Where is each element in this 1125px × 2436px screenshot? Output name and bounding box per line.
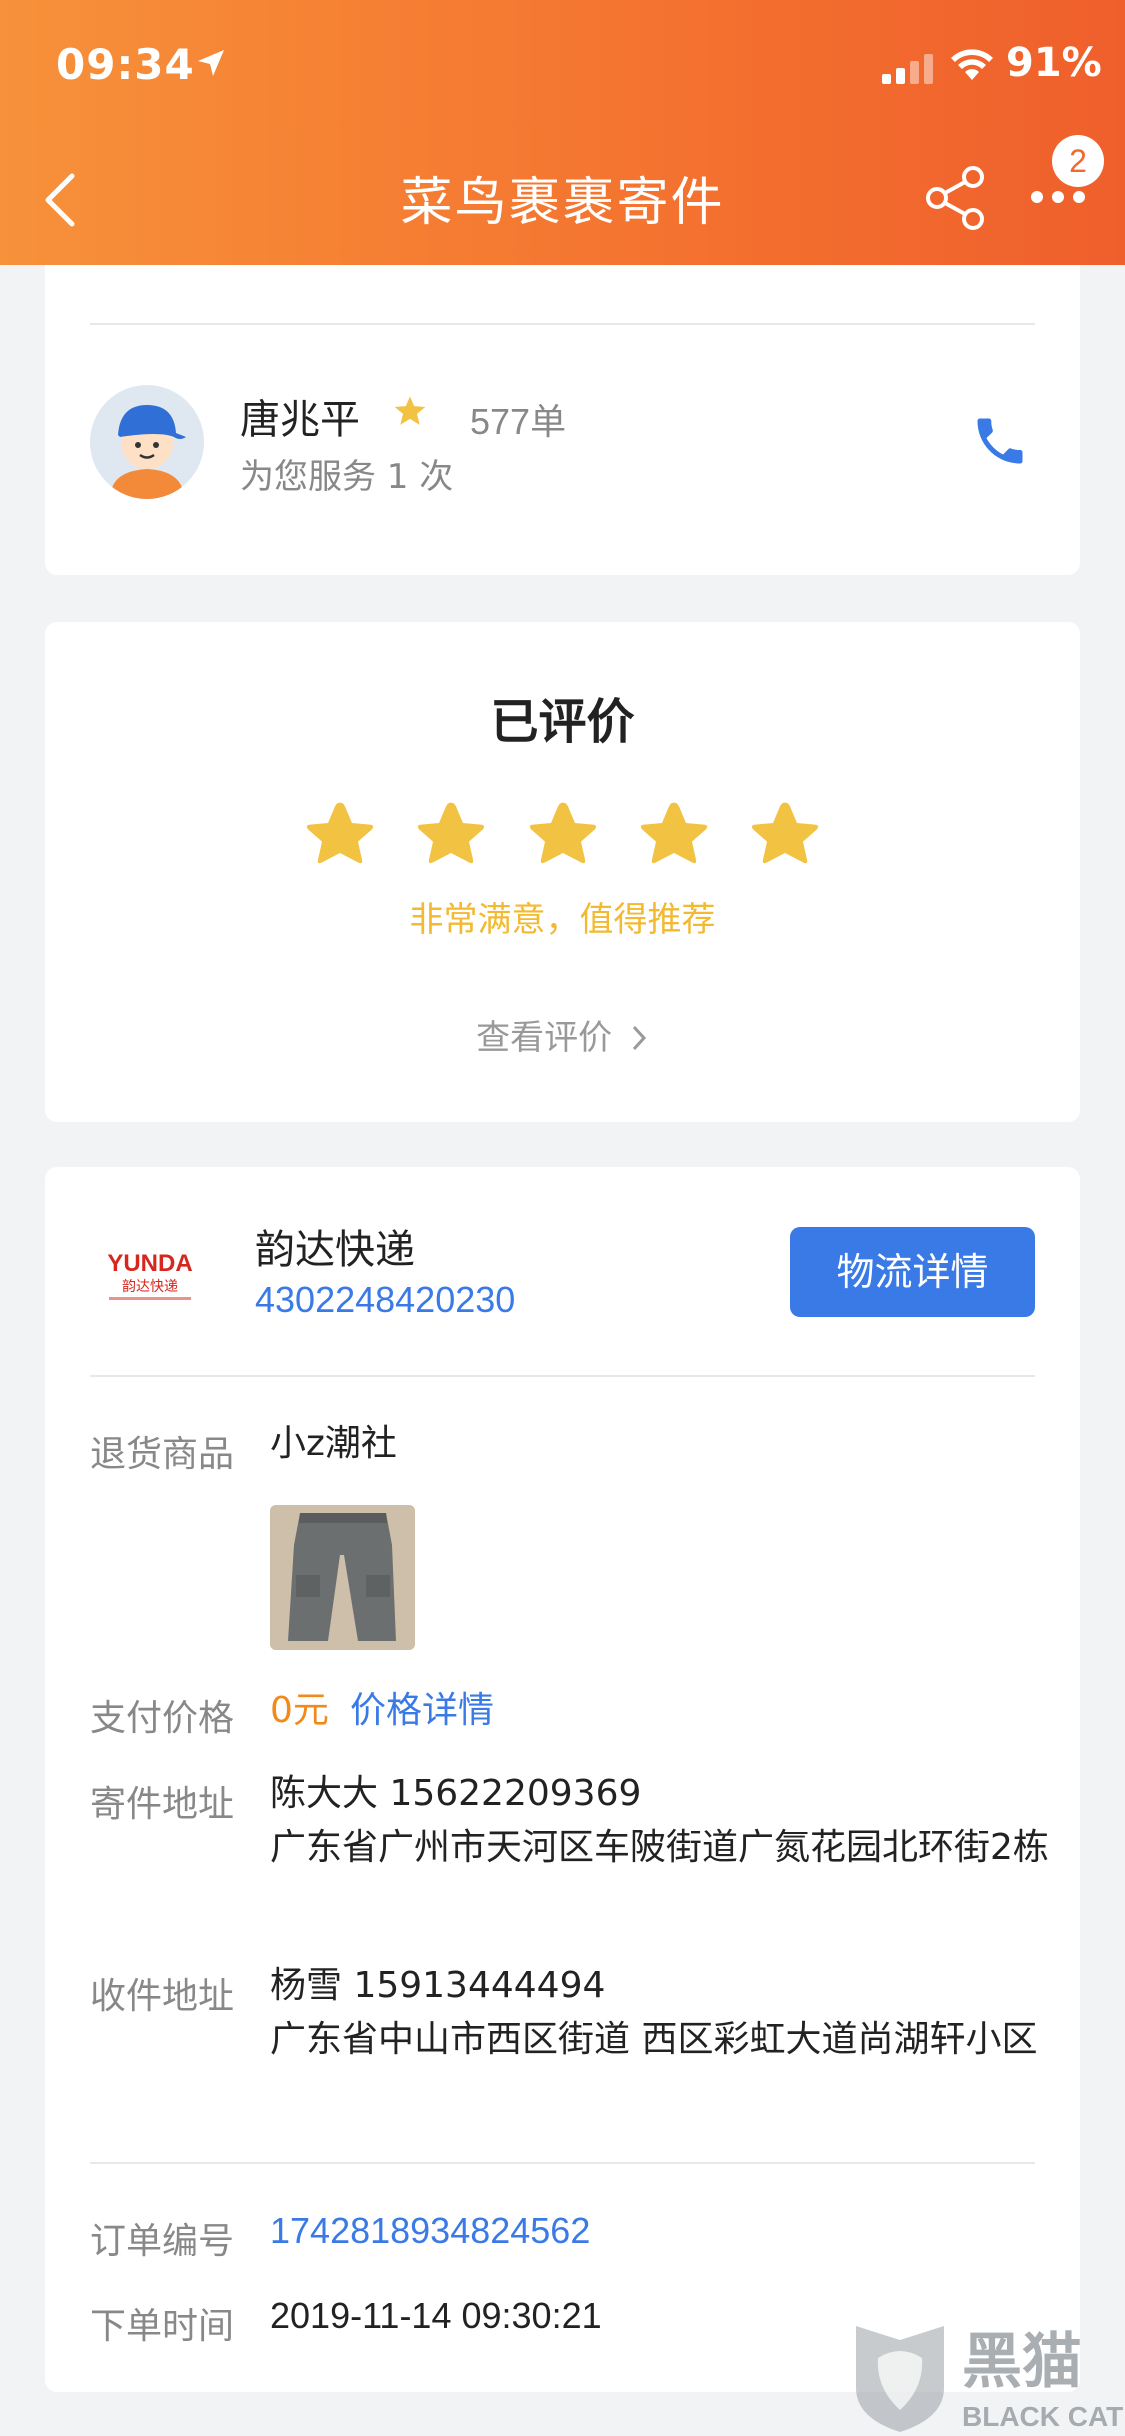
star-icon xyxy=(306,802,374,864)
cellular-signal-icon xyxy=(882,54,933,84)
rated-title: 已评价 xyxy=(490,694,635,750)
courier-name: 唐兆平 xyxy=(240,397,360,443)
share-icon[interactable] xyxy=(925,165,987,231)
yunda-logo: YUNDA 韵达快递 xyxy=(107,1250,193,1300)
notification-badge: 2 xyxy=(1052,135,1104,187)
star-icon xyxy=(418,802,485,864)
tracking-number[interactable]: 4302248420230 xyxy=(255,1279,515,1321)
carrier-name: 韵达快递 xyxy=(255,1227,415,1273)
courier-service-count: 为您服务 1 次 xyxy=(240,457,454,497)
star-icon xyxy=(529,802,596,864)
receiver-label: 收件地址 xyxy=(90,1976,235,2017)
order-number-label: 订单编号 xyxy=(90,2221,235,2262)
goods-value: 小z潮社 xyxy=(270,1423,397,1464)
receiver-address-block: 杨雪 15913444494 广东省中山市西区街道 西区彩虹大道尚湖轩小区 xyxy=(270,1959,1060,2067)
app-header: 09:34 91% 菜鸟裹裹寄件 2 xyxy=(0,0,1125,265)
divider xyxy=(90,323,1035,325)
yunda-logo-text: YUNDA xyxy=(107,1250,192,1277)
receiver-address: 广东省中山市西区街道 西区彩虹大道尚湖轩小区 xyxy=(270,2019,1038,2060)
divider xyxy=(90,1375,1035,1377)
order-time: 2019-11-14 09:30:21 xyxy=(270,2295,602,2336)
receiver-contact: 杨雪 15913444494 xyxy=(270,1965,606,2006)
price-label: 支付价格 xyxy=(90,1698,235,1739)
goods-label: 退货商品 xyxy=(90,1434,235,1475)
location-arrow-icon xyxy=(198,50,224,76)
courier-avatar xyxy=(90,385,204,499)
courier-avatar-icon xyxy=(90,385,204,499)
sender-label: 寄件地址 xyxy=(90,1784,235,1825)
star-icon xyxy=(751,802,819,864)
order-time-label: 下单时间 xyxy=(90,2306,235,2347)
star-rating xyxy=(300,797,825,882)
order-number[interactable]: 1742818934824562 xyxy=(270,2204,590,2258)
sender-address-block: 陈大大 15622209369 广东省广州市天河区车陂街道广氮花园北环街2栋 xyxy=(270,1767,1060,1875)
view-review-label: 查看评价 xyxy=(476,1018,613,1058)
price-value: 0元 xyxy=(270,1690,329,1731)
price-detail-link[interactable]: 价格详情 xyxy=(350,1681,494,1733)
rating-star-icon xyxy=(394,396,426,425)
watermark-text-cn: 黑猫 xyxy=(962,2327,1082,2397)
rating-card: 已评价 非常满意，值得推荐 查看评价 xyxy=(45,622,1080,1122)
black-cat-watermark: 黑猫 BLACK CAT xyxy=(856,2326,1123,2432)
phone-icon[interactable] xyxy=(970,411,1030,471)
star-icon xyxy=(640,802,707,864)
goods-thumbnail[interactable] xyxy=(270,1505,415,1650)
courier-order-count: 577单 xyxy=(470,401,567,442)
status-bar: 09:34 91% xyxy=(0,0,1125,130)
sender-contact: 陈大大 15622209369 xyxy=(270,1773,642,1814)
courier-card: 唐兆平 577单 为您服务 1 次 xyxy=(45,265,1080,575)
chevron-right-icon xyxy=(632,1025,646,1051)
status-time: 09:34 xyxy=(56,40,195,89)
yunda-logo-subtext: 韵达快递 xyxy=(122,1279,178,1295)
logistics-detail-button[interactable]: 物流详情 xyxy=(790,1227,1035,1317)
rating-description: 非常满意，值得推荐 xyxy=(409,900,716,940)
view-review-link[interactable]: 查看评价 xyxy=(45,1010,1080,1059)
shipment-card: YUNDA 韵达快递 韵达快递 4302248420230 物流详情 退货商品 … xyxy=(45,1167,1080,2392)
pants-image xyxy=(270,1505,415,1650)
sender-address: 广东省广州市天河区车陂街道广氮花园北环街2栋 xyxy=(270,1827,1049,1868)
watermark-text-en: BLACK CAT xyxy=(962,2401,1123,2432)
battery-level: 91% xyxy=(1006,40,1102,86)
wifi-icon xyxy=(951,49,993,80)
divider xyxy=(90,2162,1035,2164)
more-options-icon[interactable] xyxy=(1030,190,1086,204)
